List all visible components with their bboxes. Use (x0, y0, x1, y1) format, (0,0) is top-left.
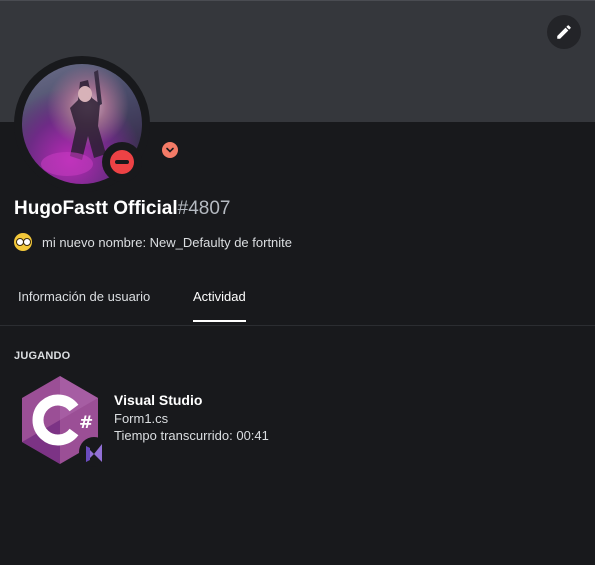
pleading-face-emoji-icon (14, 233, 32, 251)
activity-section-label: JUGANDO (14, 350, 71, 362)
edit-profile-button[interactable] (547, 15, 581, 49)
game-name: Visual Studio (114, 392, 203, 408)
chevron-down-icon (166, 147, 174, 153)
tab-user-info[interactable]: Información de usuario (18, 289, 150, 320)
profile-tabs: Información de usuario Actividad (0, 275, 595, 326)
status-indicator (102, 142, 142, 182)
csharp-logo: # (22, 376, 109, 467)
nitro-badge-icon[interactable] (162, 142, 178, 158)
username: HugoFastt Official#4807 (14, 198, 230, 220)
pencil-icon (557, 25, 571, 39)
discriminator: #4807 (177, 198, 231, 219)
svg-text:#: # (79, 413, 93, 433)
game-detail: Form1.cs (114, 411, 169, 426)
game-elapsed: Tiempo transcurrido: 00:41 (114, 428, 269, 443)
do-not-disturb-icon (110, 150, 134, 174)
display-name: HugoFastt Official (14, 198, 178, 219)
csharp-icon: # (16, 374, 110, 468)
game-info: Visual Studio Form1.cs Tiempo transcurri… (114, 392, 269, 445)
custom-status: mi nuevo nombre: New_Defaulty de fortnit… (14, 233, 292, 251)
custom-status-text: mi nuevo nombre: New_Defaulty de fortnit… (42, 234, 293, 250)
tab-activity[interactable]: Actividad (193, 289, 246, 322)
